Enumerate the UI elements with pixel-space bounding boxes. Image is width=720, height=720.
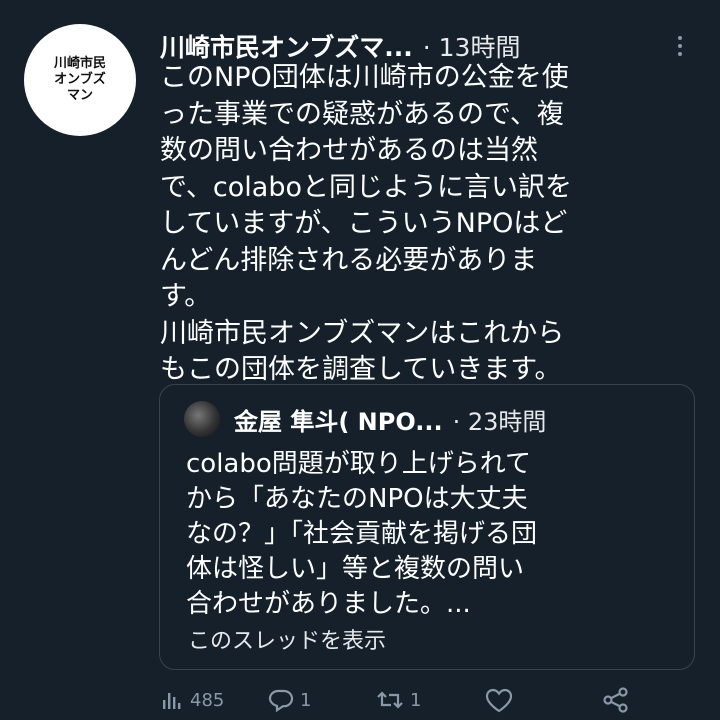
author-name[interactable]: 川崎市民オンブズマ... <box>160 28 413 64</box>
share-button[interactable] <box>602 687 630 713</box>
retweet-button[interactable]: 1 <box>376 688 484 712</box>
quoted-author-name: 金屋 隼斗( NPO... <box>234 407 443 436</box>
share-icon <box>603 687 628 713</box>
reply-count: 1 <box>300 689 312 711</box>
views-icon <box>163 693 181 709</box>
avatar-text-line-1: 川崎市民 <box>53 56 106 71</box>
show-thread-link[interactable]: このスレッドを表示 <box>188 623 386 655</box>
quoted-tweet-timestamp: · 23時間 <box>452 407 547 436</box>
tweet-timestamp[interactable]: · 13時間 <box>423 28 521 64</box>
quoted-author-avatar <box>184 401 220 437</box>
avatar[interactable]: 川崎市民 オンブズ マン <box>24 24 136 136</box>
quoted-tweet-text: colabo問題が取り上げられて から「あなたのNPOは大丈夫 なの？」「社会貢… <box>186 449 538 619</box>
like-icon <box>485 688 513 713</box>
views-count: 485 <box>190 689 225 711</box>
reply-button[interactable]: 1 <box>268 688 376 712</box>
action-bar: 485 1 1 <box>160 682 660 718</box>
tweet-text: このNPO団体は川崎市の公金を使 った事業での疑惑があるので、複 数の問い合わせ… <box>160 62 572 385</box>
retweet-count: 1 <box>410 689 422 711</box>
tweet-header: 川崎市民オンブズマ... · 13時間 <box>160 28 700 64</box>
quoted-tweet[interactable]: 金屋 隼斗( NPO... · 23時間 colabo問題が取り上げられて から… <box>159 384 695 670</box>
retweet-icon <box>377 691 403 709</box>
avatar-text-line-2: オンブズ <box>54 72 106 87</box>
more-icon[interactable] <box>672 30 688 62</box>
quoted-tweet-header: 金屋 隼斗( NPO... · 23時間 <box>184 401 678 437</box>
avatar-text-line-3: マン <box>66 88 93 103</box>
like-button[interactable] <box>484 687 602 713</box>
reply-icon <box>268 689 294 712</box>
views-button[interactable]: 485 <box>160 688 268 712</box>
